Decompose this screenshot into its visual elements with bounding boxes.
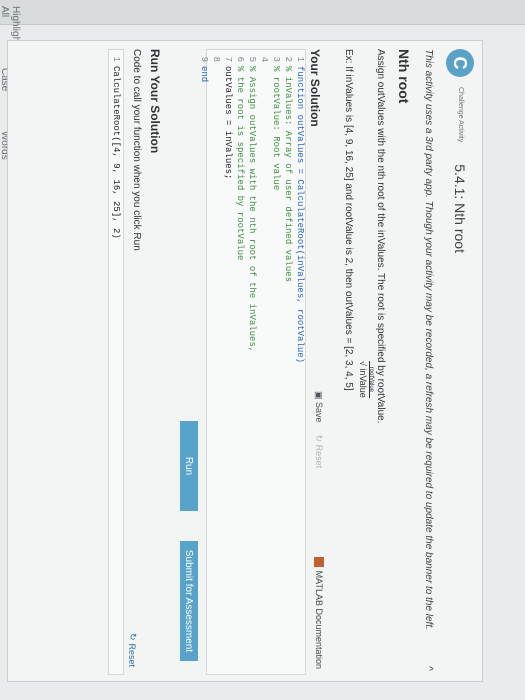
code-line: 5 % Assign outValues with the nth root of… [245, 50, 257, 674]
matlab-docs-link[interactable]: MATLAB Documentation [314, 556, 324, 669]
code-text: CalculateRoot([4, 9, 16, 25], 2) [111, 66, 121, 239]
code-text: end [199, 66, 209, 83]
code-text: outValues = inValues; [223, 66, 233, 180]
reset-label: Reset [127, 643, 138, 667]
line-number: 1 [295, 56, 305, 62]
solution-toolbar: ▣ Save ↻ Reset [313, 391, 324, 468]
line-number: 6 [235, 56, 245, 62]
code-line: 7 outValues = inValues; [221, 50, 233, 674]
save-icon: ▣ [314, 391, 324, 403]
problem-title: Nth root [396, 49, 412, 104]
badge-text: Challenge Activity [457, 87, 464, 143]
line-number: 2 [283, 56, 293, 62]
line-number: 8 [211, 56, 221, 62]
left-strip [0, 0, 525, 25]
reset-label: Reset [314, 444, 324, 469]
activity-title: 5.4.1: Nth root [452, 164, 468, 253]
save-button[interactable]: ▣ Save [313, 391, 324, 423]
line-number: 4 [259, 56, 269, 62]
code-text: % rootValue: Root value [271, 66, 281, 191]
run-solution-subtitle: Code to call your function when you clic… [131, 49, 142, 251]
line-number: 9 [199, 56, 209, 62]
badge-letter: C [450, 56, 471, 70]
reset-icon: ↻ [128, 632, 138, 641]
code-text: % the root is specified by rootValue [235, 66, 245, 261]
root-formula: rootValue √ inValue [358, 361, 374, 398]
submit-button[interactable]: Submit for Assessment [180, 541, 198, 661]
line-number: 5 [247, 56, 257, 62]
code-line: 9 end [197, 50, 209, 674]
challenge-badge-icon: C [446, 49, 474, 77]
call-code-editor[interactable]: 1 CalculateRoot([4, 9, 16, 25], 2) [108, 49, 124, 675]
code-line: 4 [257, 50, 269, 674]
line-number: 7 [223, 56, 233, 62]
code-text: function outValues = CalculateRoot(inVal… [295, 66, 305, 364]
reset-button[interactable]: ↻ Reset [313, 435, 324, 469]
save-label: Save [314, 402, 324, 423]
code-text: % inValues: Array of user defined values [283, 66, 293, 283]
code-line: 8 [209, 50, 221, 674]
challenge-card: C Challenge Activity 5.4.1: Nth root Thi… [7, 40, 483, 682]
matlab-icon [314, 556, 324, 567]
reset-icon: ↻ [314, 434, 324, 445]
code-text: % Assign outValues with the nth root of … [247, 66, 257, 353]
line-number: 1 [111, 56, 121, 62]
your-solution-heading: Your Solution [308, 49, 322, 127]
banner-notice: This activity uses a 3rd party app. Thou… [423, 49, 434, 630]
run-button[interactable]: Run [180, 421, 198, 511]
code-line: 1 function outValues = CalculateRoot(inVa… [293, 50, 305, 674]
solution-code-editor[interactable]: 1 function outValues = CalculateRoot(inVa… [199, 49, 306, 675]
line-number: 3 [271, 56, 281, 62]
code-line: 6 % the root is specified by rootValue [233, 50, 245, 674]
screen: Highlight All Match Case Whole Words C C… [0, 0, 525, 700]
formula-value: √ inValue [358, 361, 370, 398]
code-line: 2 % inValues: Array of user defined value… [281, 50, 293, 674]
example-text: Ex: If inValues is [4, 9, 16, 25] and ro… [343, 49, 354, 391]
run-reset-button[interactable]: ↻ Reset [127, 632, 139, 667]
activity-header: C Challenge Activity 5.4.1: Nth root [446, 49, 474, 253]
collapse-caret-icon[interactable]: ^ [423, 666, 434, 671]
run-solution-heading: Run Your Solution [148, 49, 162, 154]
docs-label: MATLAB Documentation [314, 570, 324, 669]
problem-description: Assign outValues with the nth root of th… [375, 49, 386, 424]
code-line: 3 % rootValue: Root value [269, 50, 281, 674]
